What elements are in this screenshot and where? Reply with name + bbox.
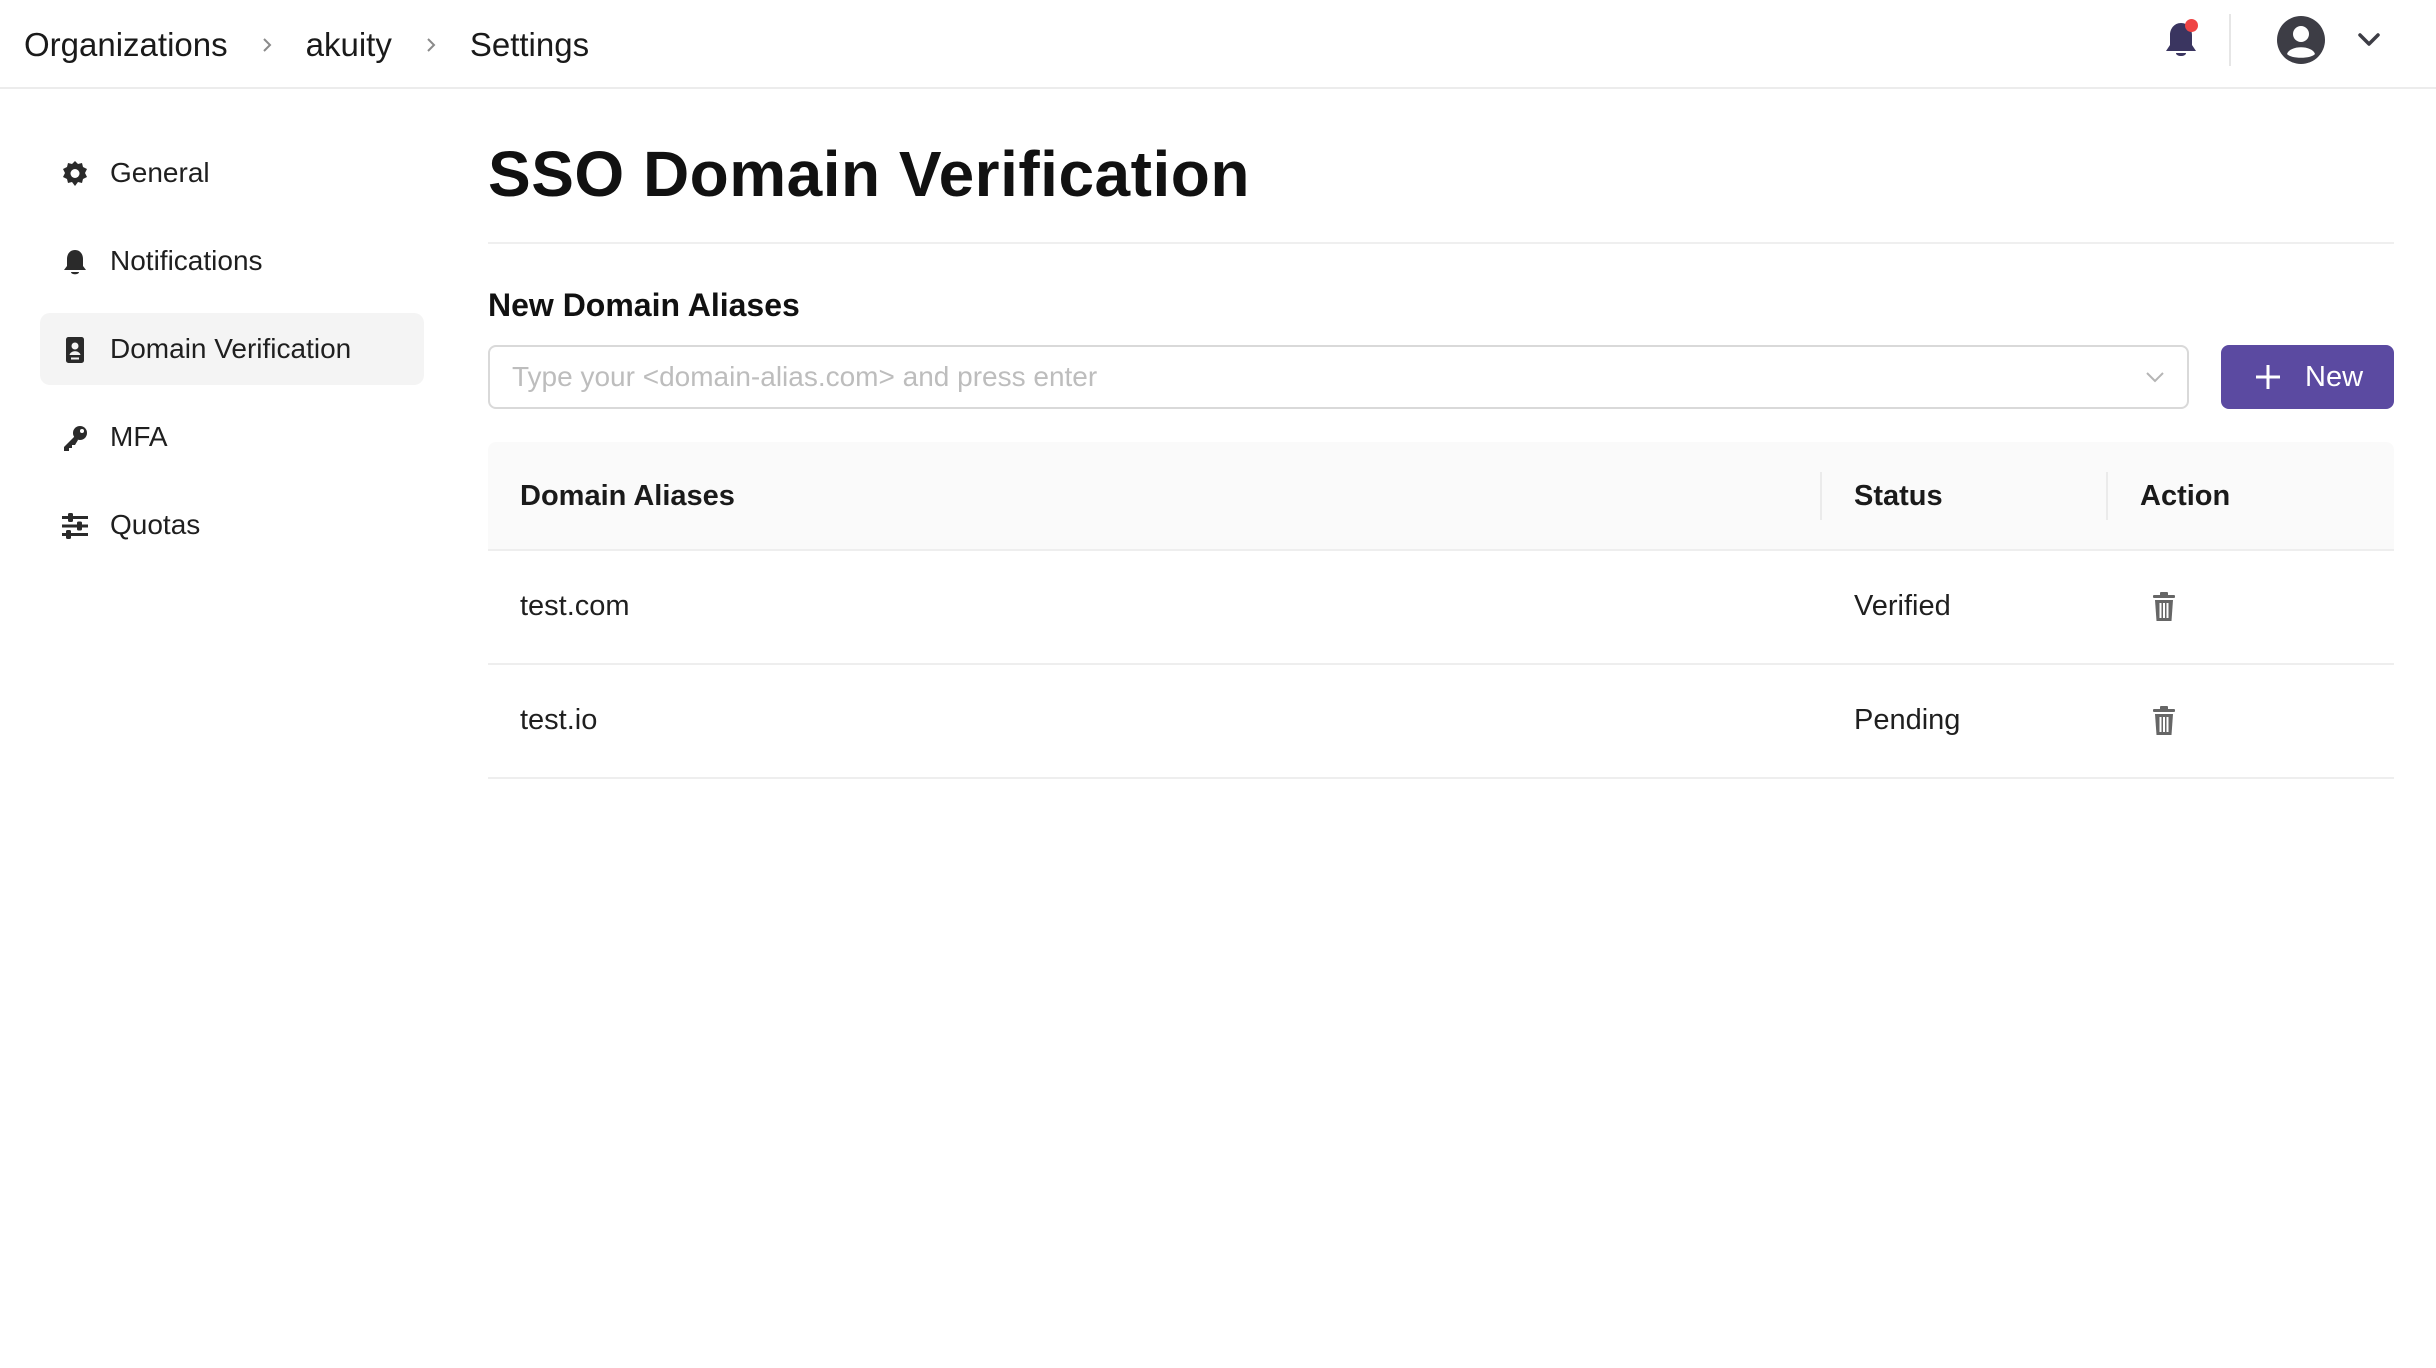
column-divider [1820, 472, 1822, 520]
trash-icon[interactable] [2151, 591, 2177, 623]
sliders-icon [60, 511, 90, 541]
table-header: Domain Aliases Status Action [488, 442, 2394, 551]
bell-icon [60, 247, 90, 277]
key-icon [60, 423, 90, 453]
chevron-down-icon[interactable] [2144, 368, 2166, 386]
sidebar-item-general[interactable]: General [40, 137, 424, 209]
chevron-right-icon [257, 35, 277, 55]
trash-icon[interactable] [2151, 705, 2177, 737]
notification-dot [2185, 19, 2198, 32]
top-bar: Organizations akuity Settings [0, 0, 2436, 89]
status-cell: Pending [1854, 704, 1961, 736]
sidebar-item-notifications[interactable]: Notifications [40, 225, 424, 297]
plus-icon [2255, 364, 2281, 390]
column-header-domain-aliases: Domain Aliases [520, 480, 735, 512]
id-badge-icon [60, 335, 90, 365]
user-circle-icon[interactable] [2276, 15, 2326, 65]
chevron-right-icon [421, 35, 441, 55]
domain-alias-input[interactable] [488, 345, 2189, 409]
sidebar-item-label: Domain Verification [110, 333, 352, 364]
sidebar-item-label: MFA [110, 421, 168, 452]
header-divider [2229, 14, 2231, 66]
sidebar-item-label: Notifications [110, 245, 263, 276]
sidebar-item-mfa[interactable]: MFA [40, 401, 424, 473]
gear-icon [60, 159, 90, 189]
table-row: test.com Verified [488, 551, 2394, 665]
title-divider [488, 242, 2394, 244]
breadcrumb-organizations[interactable]: Organizations [24, 26, 228, 64]
sidebar-item-label: Quotas [110, 509, 201, 540]
new-domain-aliases-label: New Domain Aliases [488, 287, 800, 323]
chevron-down-icon[interactable] [2355, 28, 2383, 52]
column-header-action: Action [2140, 480, 2231, 512]
sidebar-item-domain-verification[interactable]: Domain Verification [40, 313, 424, 385]
breadcrumb: Organizations akuity Settings [24, 0, 589, 89]
new-button-label: New [2305, 361, 2364, 393]
domain-cell: test.io [520, 704, 598, 736]
breadcrumb-org-name[interactable]: akuity [306, 26, 392, 64]
table-row: test.io Pending [488, 665, 2394, 779]
domain-cell: test.com [520, 590, 630, 622]
page-title: SSO Domain Verification [488, 138, 1250, 210]
status-cell: Verified [1854, 590, 1951, 622]
sidebar-item-label: General [110, 157, 210, 188]
column-header-status: Status [1854, 480, 1943, 512]
new-domain-button[interactable]: New [2221, 345, 2394, 409]
breadcrumb-settings[interactable]: Settings [470, 26, 589, 64]
column-divider [2106, 472, 2108, 520]
sidebar-item-quotas[interactable]: Quotas [40, 489, 424, 561]
